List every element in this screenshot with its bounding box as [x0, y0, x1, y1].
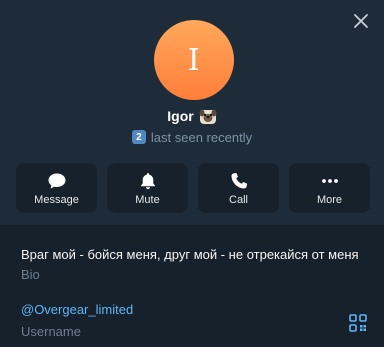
qr-code-icon — [349, 314, 367, 332]
close-button[interactable] — [350, 10, 372, 32]
more-label: More — [316, 193, 343, 206]
bio-caption: Bio — [21, 267, 40, 282]
pug-emoji-icon — [199, 109, 217, 124]
last-seen-status: last seen recently — [150, 129, 253, 145]
mute-button[interactable]: Mute — [107, 163, 188, 213]
phone-icon — [230, 172, 247, 189]
name-row: Igor — [0, 105, 384, 127]
action-buttons: Message Mute Call More — [16, 163, 370, 213]
avatar[interactable]: I — [154, 20, 234, 100]
message-button[interactable]: Message — [16, 163, 97, 213]
call-label: Call — [229, 193, 248, 206]
username-link[interactable]: @Overgear_limited — [21, 302, 133, 317]
more-button[interactable]: More — [289, 163, 370, 213]
chat-bubble-icon — [48, 173, 65, 188]
status-row: 2 last seen recently — [0, 128, 384, 146]
avatar-letter: I — [187, 42, 201, 78]
mute-label: Mute — [135, 193, 160, 206]
qr-code-button[interactable] — [347, 312, 369, 334]
close-icon — [354, 14, 368, 28]
username-caption: Username — [21, 324, 81, 339]
message-label: Message — [34, 193, 79, 206]
more-dots-icon — [321, 178, 338, 183]
call-button[interactable]: Call — [198, 163, 279, 213]
profile-name: Igor — [167, 108, 194, 124]
bio-text: Враг мой - бойся меня, друг мой - не отр… — [21, 247, 359, 262]
status-badge: 2 — [131, 130, 146, 144]
bell-icon — [140, 172, 155, 189]
